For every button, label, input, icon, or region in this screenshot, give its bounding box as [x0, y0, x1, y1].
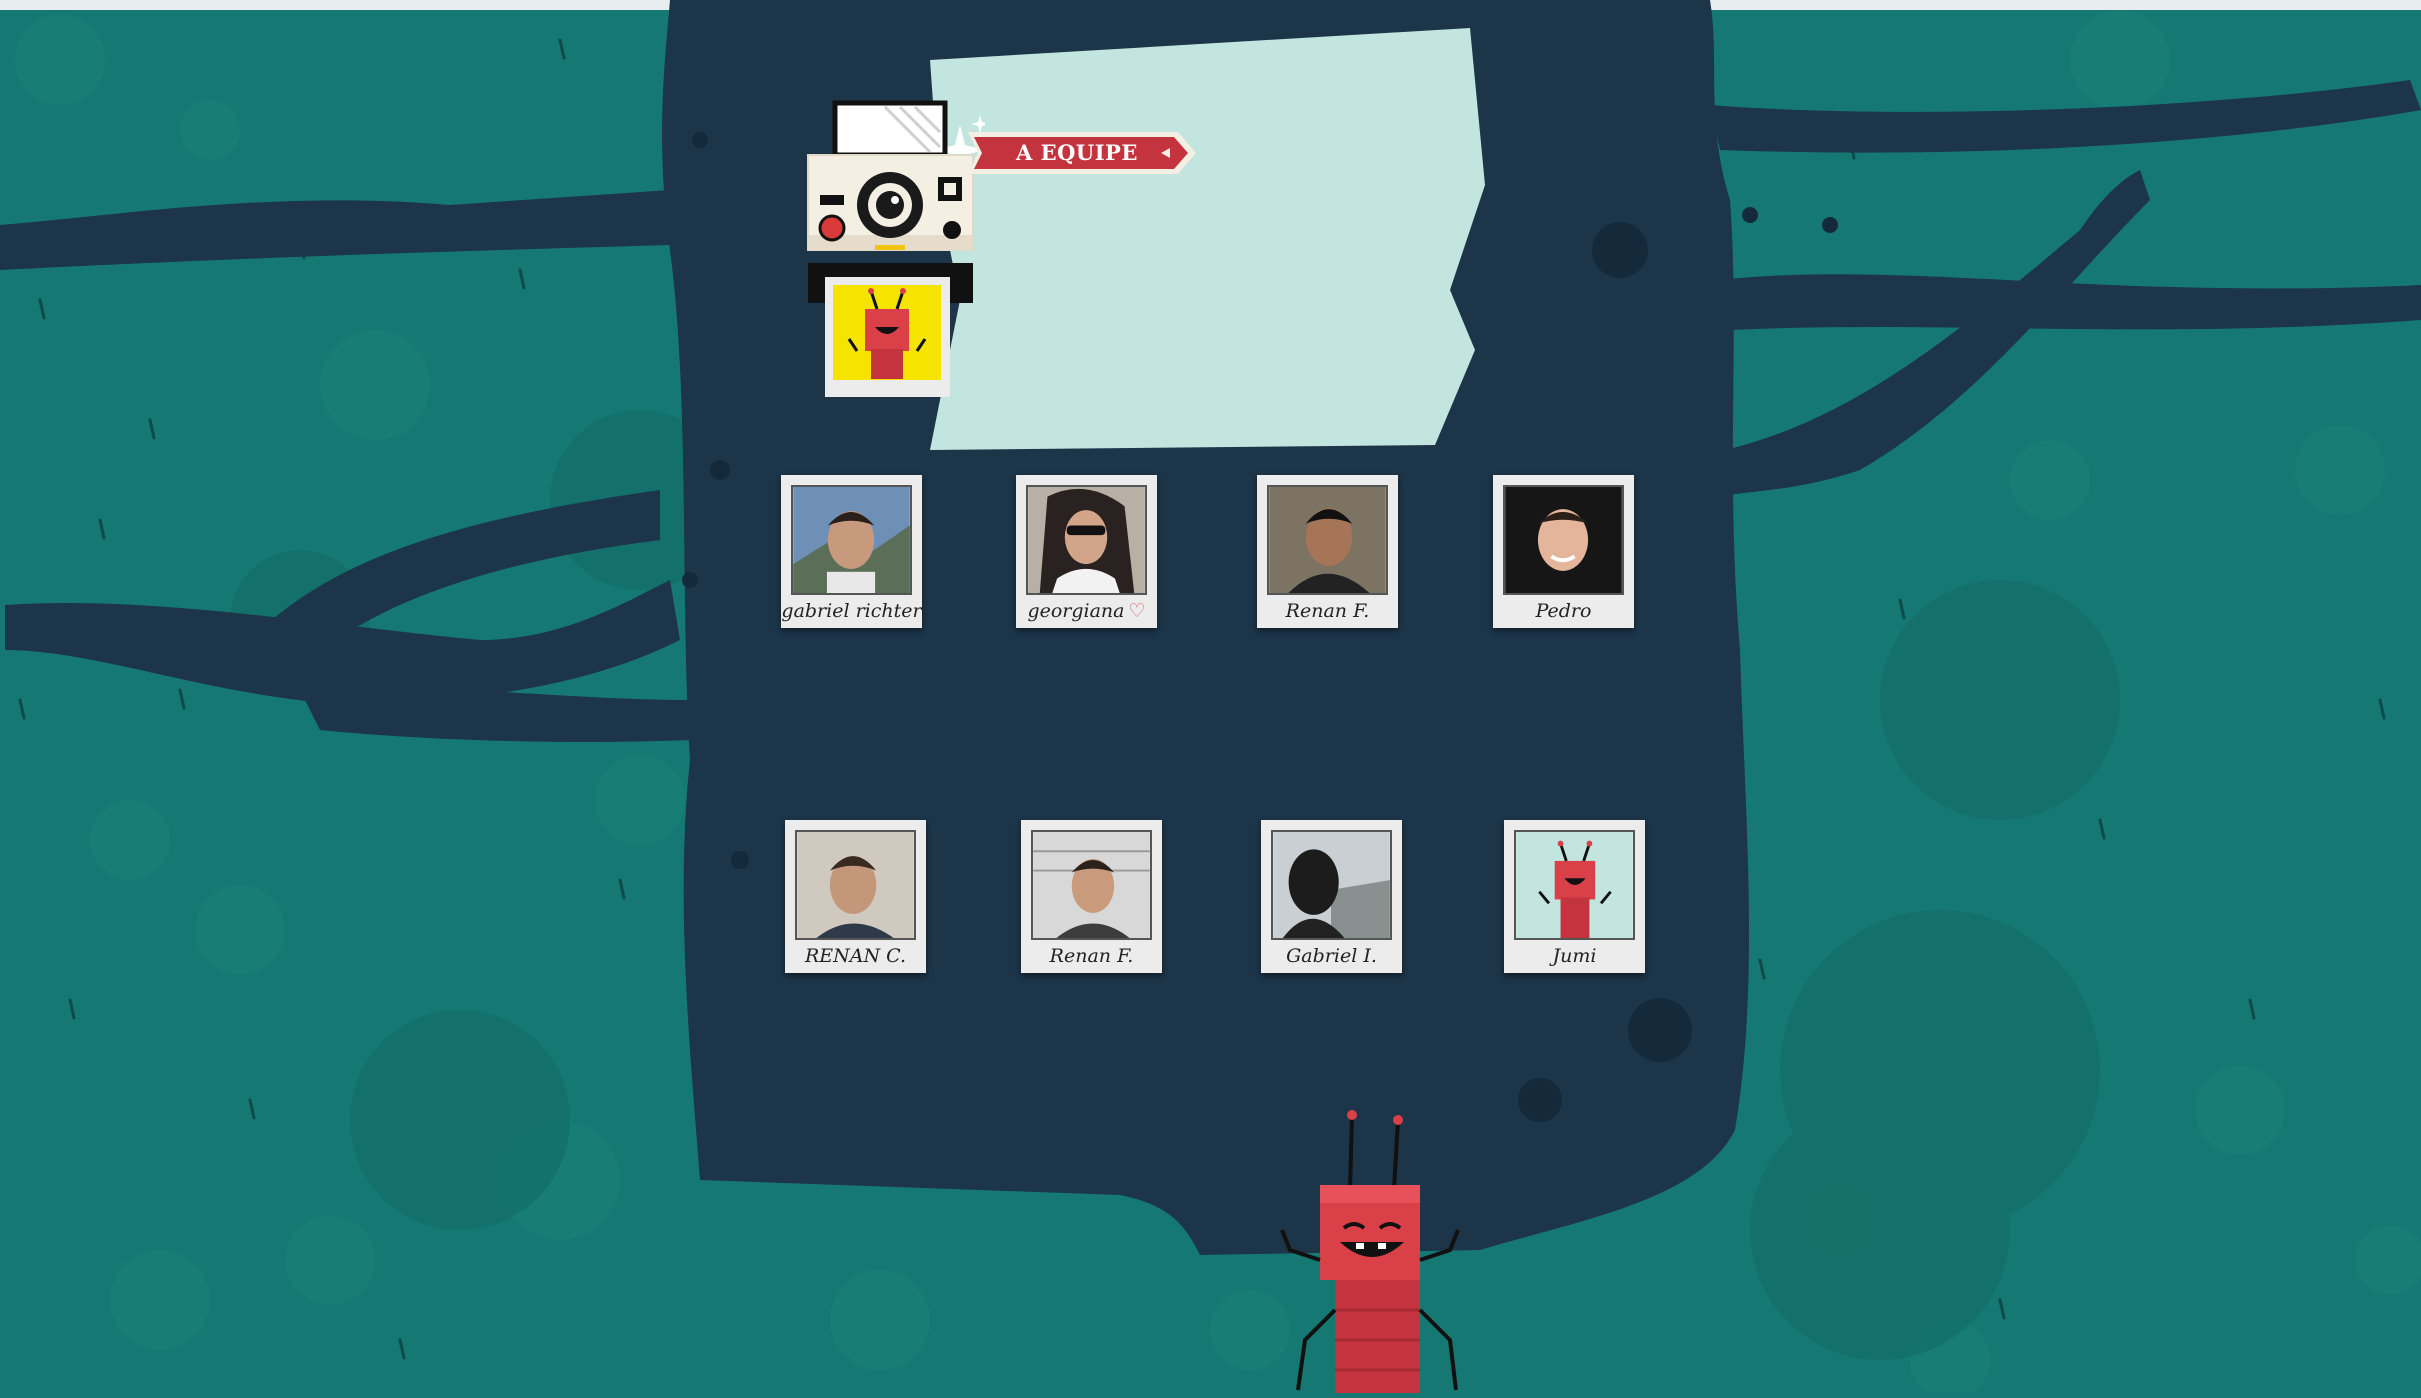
paper-note — [930, 28, 1485, 450]
ant-mascot-icon — [1270, 1110, 1510, 1393]
team-member-card[interactable]: Jumi — [1504, 820, 1645, 973]
team-banner-label: A EQUIPE — [1016, 140, 1138, 165]
member-name: Renan F. — [1049, 945, 1134, 967]
member-photo — [791, 485, 912, 595]
ant-mascot-icon — [1514, 830, 1635, 940]
underground-scene — [0, 0, 2421, 1398]
member-photo — [795, 830, 916, 940]
member-name: Pedro — [1535, 600, 1592, 622]
heart-icon: ♡ — [1128, 600, 1146, 622]
team-member-card[interactable]: gabriel richter — [781, 475, 922, 628]
member-photo — [1503, 485, 1624, 595]
team-member-card[interactable]: georgiana ♡ — [1016, 475, 1157, 628]
team-member-card[interactable]: Renan F. — [1021, 820, 1162, 973]
team-banner-button[interactable]: A EQUIPE — [968, 128, 1198, 178]
member-name: Renan F. — [1285, 600, 1370, 622]
team-member-card[interactable]: RENAN C. — [785, 820, 926, 973]
team-member-card[interactable]: Renan F. — [1257, 475, 1398, 628]
member-name: gabriel richter — [781, 600, 922, 622]
member-name: Gabriel I. — [1286, 945, 1377, 967]
member-photo — [1271, 830, 1392, 940]
member-name: RENAN C. — [804, 945, 907, 967]
scene-background — [0, 0, 2421, 1398]
team-member-card[interactable]: Gabriel I. — [1261, 820, 1402, 973]
team-member-card[interactable]: Pedro — [1493, 475, 1634, 628]
member-name: Jumi — [1552, 945, 1597, 967]
member-photo — [1026, 485, 1147, 595]
member-photo — [1267, 485, 1388, 595]
instant-camera-icon — [805, 95, 989, 415]
member-name: georgiana ♡ — [1027, 600, 1146, 622]
member-photo — [1031, 830, 1152, 940]
